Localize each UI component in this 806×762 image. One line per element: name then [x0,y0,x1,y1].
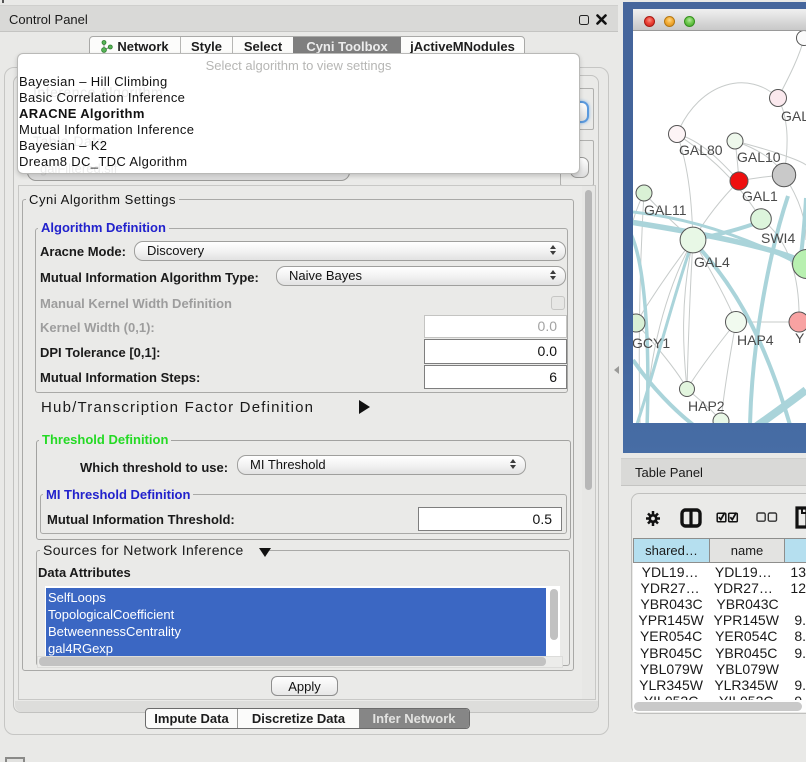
svg-text:GAL8: GAL8 [781,108,806,124]
svg-text:GCY1: GCY1 [633,335,670,351]
svg-text:GAL11: GAL11 [644,202,687,218]
svg-text:Y: Y [795,330,805,346]
svg-text:GAL80: GAL80 [679,142,723,158]
svg-text:SWI4: SWI4 [761,230,795,246]
svg-text:GAL10: GAL10 [737,149,781,165]
svg-text:GAL1: GAL1 [742,188,778,204]
svg-text:HAP2: HAP2 [688,398,725,414]
svg-text:HAP4: HAP4 [737,332,774,348]
svg-text:GAL4: GAL4 [694,254,730,270]
